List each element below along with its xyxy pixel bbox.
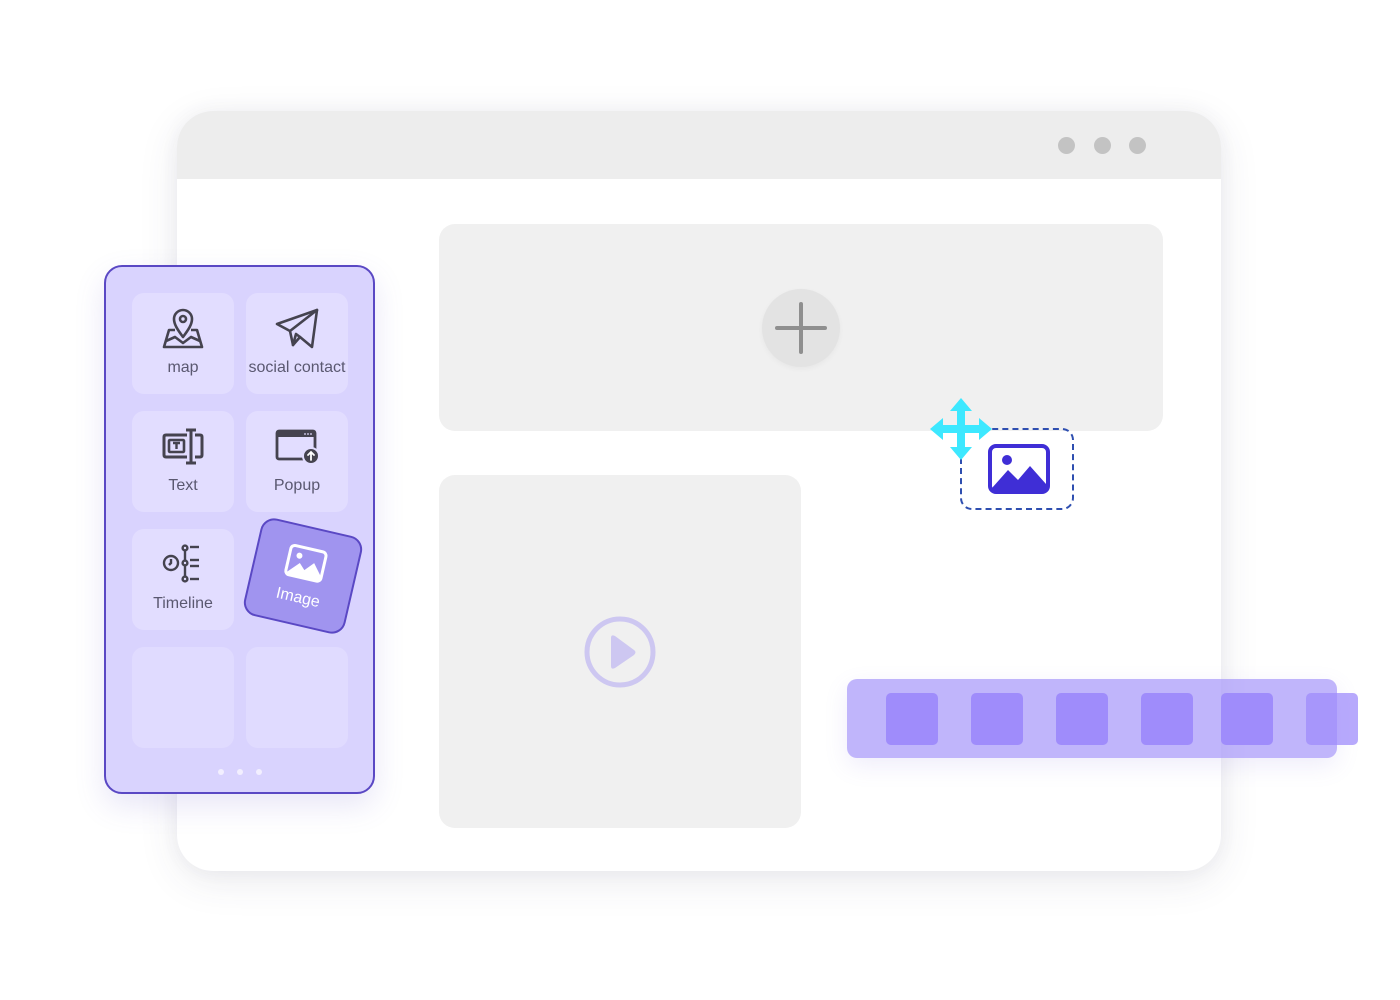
widget-tile-social-contact[interactable]: social contact [246,293,348,394]
paper-plane-icon [275,308,319,349]
strip-item[interactable] [886,693,938,745]
tile-label: Text [168,477,198,494]
plus-icon [775,302,827,354]
pager-dot[interactable] [218,769,224,775]
tile-label: Timeline [153,595,213,612]
widget-tile-timeline[interactable]: Timeline [132,529,234,630]
play-icon[interactable] [582,614,658,690]
pager-dot[interactable] [237,769,243,775]
strip-item[interactable] [1056,693,1108,745]
image-icon [284,543,328,583]
window-titlebar [177,111,1221,179]
strip-item[interactable] [1306,693,1358,745]
text-box-icon [162,428,204,465]
widget-tile-map[interactable]: map [132,293,234,394]
window-dot[interactable] [1094,137,1111,154]
strip-item[interactable] [971,693,1023,745]
tile-label: Popup [273,477,321,494]
widget-tile-image-dragging[interactable]: Image [241,515,365,637]
popup-window-icon [275,429,320,465]
thumbnail-strip [847,679,1358,758]
widget-palette: map social contact Text Popup Timeline I… [104,265,375,794]
map-pin-icon [162,308,204,349]
pager-dot[interactable] [256,769,262,775]
tile-label: social contact [248,359,346,376]
image-icon [988,444,1050,494]
strip-item[interactable] [1141,693,1193,745]
move-arrows-icon[interactable] [930,398,992,460]
content-block-empty[interactable] [439,224,1163,431]
widget-tile-popup[interactable]: Popup [246,411,348,512]
video-block[interactable] [439,475,801,828]
widget-tile-empty[interactable] [246,647,348,748]
window-dot[interactable] [1129,137,1146,154]
widget-tile-text[interactable]: Text [132,411,234,512]
strip-item[interactable] [1221,693,1273,745]
timeline-icon [162,544,199,583]
window-dot[interactable] [1058,137,1075,154]
widget-tile-empty[interactable] [132,647,234,748]
add-content-button[interactable] [762,289,840,367]
tile-label: map [167,359,199,376]
